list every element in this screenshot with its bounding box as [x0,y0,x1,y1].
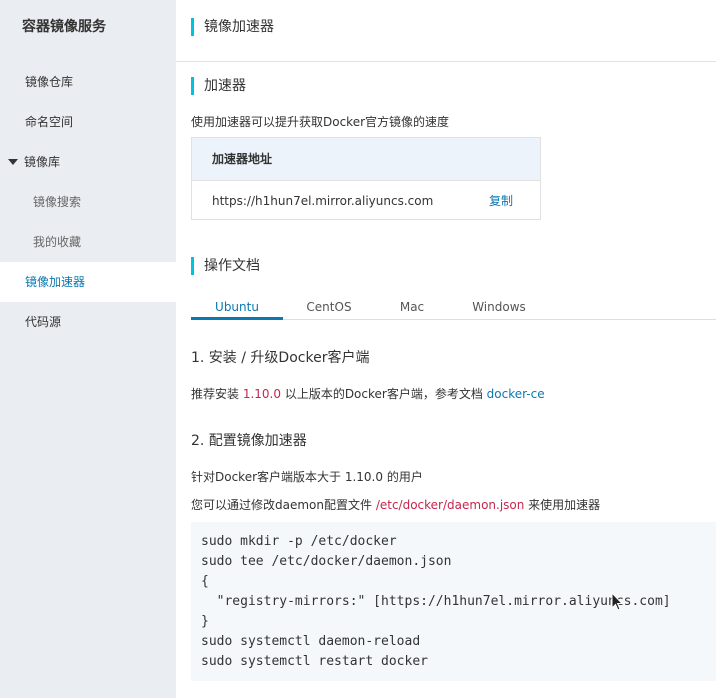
daemon-json-path: /etc/docker/daemon.json [375,498,525,512]
code-line: } [201,614,209,629]
mouse-cursor-icon [611,592,623,611]
accelerator-section-title: 加速器 [191,77,246,95]
sidebar-item-image-accelerator[interactable]: 镜像加速器 [0,262,176,302]
sidebar-item-label: 镜像库 [24,155,61,169]
tab-windows[interactable]: Windows [449,294,549,320]
code-line: sudo systemctl restart docker [201,654,428,669]
sidebar-item-label: 命名空间 [25,115,74,129]
step1-text: 推荐安装 1.10.0 以上版本的Docker客户端，参考文档 docker-c… [191,385,545,402]
step2-title: 2. 配置镜像加速器 [191,433,307,449]
sidebar: 容器镜像服务 镜像仓库 命名空间 镜像库 镜像搜索 我的收藏 镜像加速器 代码源 [0,0,176,698]
main-content: 镜像加速器 加速器 使用加速器可以提升获取Docker官方镜像的速度 加速器地址… [176,0,716,698]
sidebar-item-label: 代码源 [25,315,62,329]
page-title: 镜像加速器 [191,18,274,36]
copy-button[interactable]: 复制 [489,181,513,221]
sidebar-item-image-search[interactable]: 镜像搜索 [0,182,176,222]
docs-section-title: 操作文档 [191,257,260,275]
accelerator-description: 使用加速器可以提升获取Docker官方镜像的速度 [191,115,450,129]
caret-down-icon [8,159,18,165]
accelerator-address-row: https://h1hun7el.mirror.aliyuncs.com 复制 [192,181,540,221]
code-line: { [201,574,209,589]
step2-line2: 您可以通过修改daemon配置文件 /etc/docker/daemon.jso… [191,496,600,513]
accelerator-address-table: 加速器地址 https://h1hun7el.mirror.aliyuncs.c… [191,137,541,220]
step1-version: 1.10.0 [242,387,281,401]
sidebar-item-label: 我的收藏 [33,235,82,249]
code-line: sudo mkdir -p /etc/docker [201,534,397,549]
page-header: 镜像加速器 [176,0,716,62]
tab-mac[interactable]: Mac [375,294,449,320]
step1-text-middle: 以上版本的Docker客户端，参考文档 [281,387,487,401]
sidebar-item-namespace[interactable]: 命名空间 [0,102,176,142]
sidebar-item-code-source[interactable]: 代码源 [0,302,176,342]
step1-title: 1. 安装 / 升级Docker客户端 [191,350,370,366]
docker-ce-link[interactable]: docker-ce [487,387,545,401]
step2-line1: 针对Docker客户端版本大于 1.10.0 的用户 [191,470,423,484]
step2-line2-before: 您可以通过修改daemon配置文件 [191,498,376,512]
os-tabs: Ubuntu CentOS Mac Windows [191,294,716,320]
sidebar-title: 容器镜像服务 [22,19,106,35]
code-block[interactable]: sudo mkdir -p /etc/docker sudo tee /etc/… [191,522,716,681]
sidebar-item-label: 镜像搜索 [33,195,82,209]
code-line: "registry-mirrors:" [https://h1hun7el.mi… [201,594,671,609]
sidebar-group-image-library[interactable]: 镜像库 [0,142,176,182]
step1-text-before: 推荐安装 [191,387,243,401]
accelerator-address: https://h1hun7el.mirror.aliyuncs.com [212,194,434,208]
code-line: sudo tee /etc/docker/daemon.json [201,554,452,569]
step2-line2-after: 来使用加速器 [524,498,601,512]
sidebar-item-label: 镜像加速器 [25,275,86,289]
sidebar-item-image-repo[interactable]: 镜像仓库 [0,62,176,102]
code-line: sudo systemctl daemon-reload [201,634,421,649]
tab-centos[interactable]: CentOS [283,294,375,320]
tab-ubuntu[interactable]: Ubuntu [191,294,283,320]
sidebar-item-favorites[interactable]: 我的收藏 [0,222,176,262]
sidebar-item-label: 镜像仓库 [25,75,74,89]
accelerator-table-header: 加速器地址 [192,138,540,181]
